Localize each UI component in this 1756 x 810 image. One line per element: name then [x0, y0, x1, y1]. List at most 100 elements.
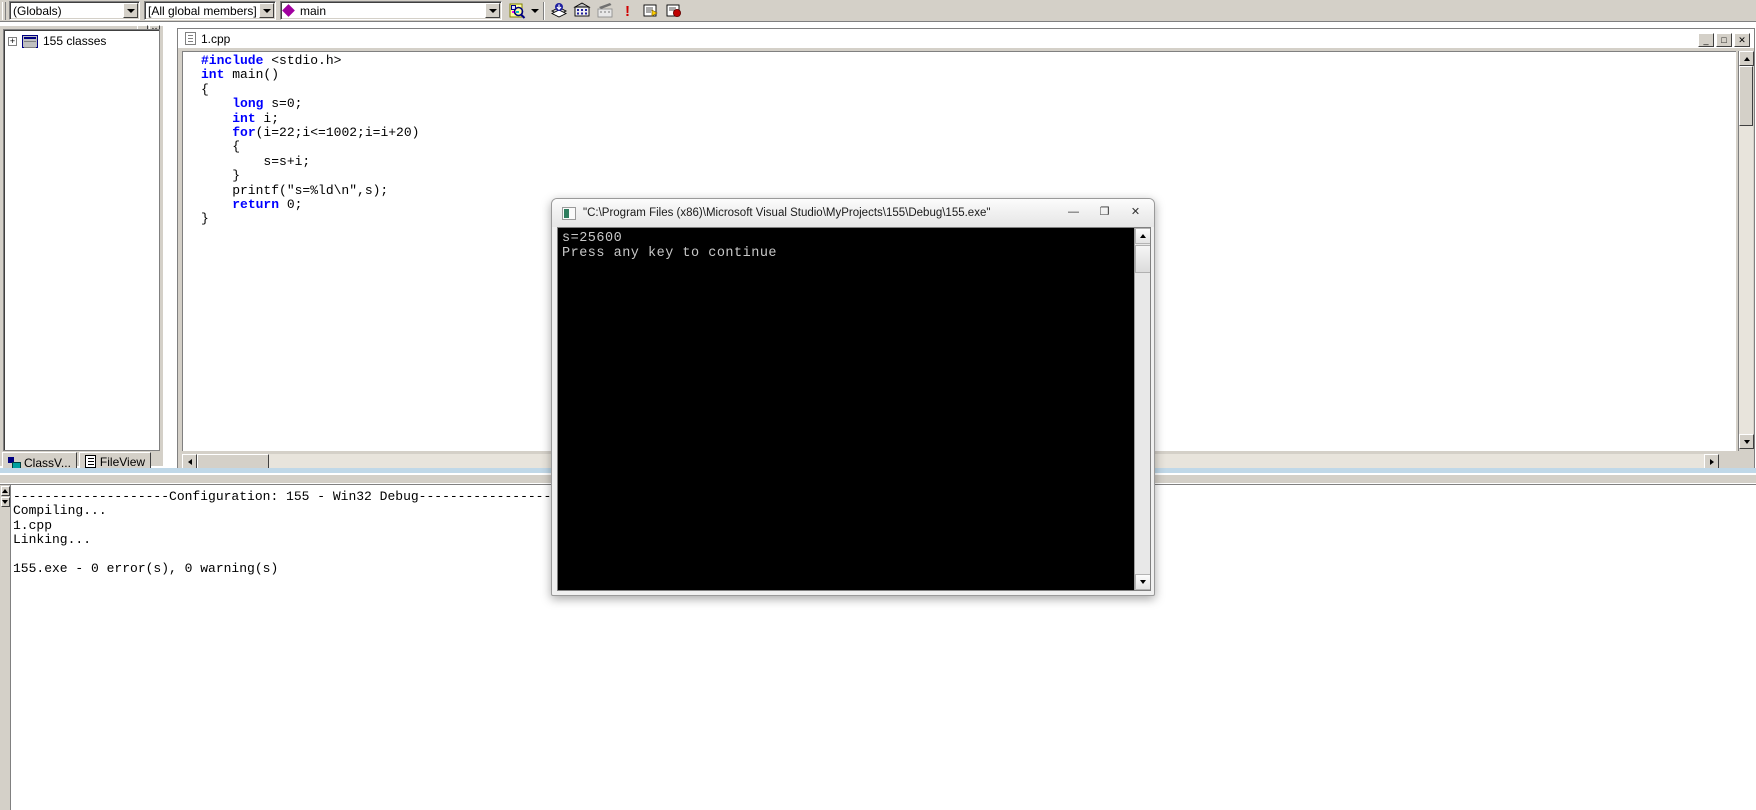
code-line: }: [201, 168, 419, 184]
source-code-text[interactable]: #include <stdio.h> int main(){ long s=0; …: [201, 53, 420, 227]
build-output-line: 1.cpp: [13, 517, 53, 533]
code-keyword: return: [232, 196, 280, 212]
chevron-down-icon[interactable]: [259, 3, 274, 18]
member-scope-combo[interactable]: [All global members]: [144, 1, 276, 20]
tree-item-classes[interactable]: + 155 classes: [4, 30, 159, 48]
scroll-down-button[interactable]: [1739, 434, 1754, 449]
code-text-span: [201, 96, 232, 111]
build-output-line: 155.exe - 0 error(s), 0 warning(s): [13, 560, 279, 576]
console-vertical-scrollbar[interactable]: [1134, 228, 1150, 590]
code-text-span: {: [201, 139, 241, 155]
vertical-scroll-thumb[interactable]: [1739, 66, 1753, 126]
svg-text:!: !: [625, 3, 630, 19]
build-output-line: --------------------Configuration: 155 -…: [13, 489, 575, 504]
document-icon: [185, 32, 196, 45]
chevron-down-icon[interactable]: [485, 3, 500, 18]
wizardbar-toolbar: (Globals) [All global members] main !: [0, 0, 1756, 22]
editor-maximize-button[interactable]: □: [1716, 33, 1732, 47]
class-folder-icon: [22, 34, 38, 48]
execute-program-icon[interactable]: !: [617, 1, 639, 21]
compile-icon[interactable]: [548, 1, 570, 21]
find-in-files-icon[interactable]: [506, 1, 528, 21]
expand-plus-icon[interactable]: +: [8, 36, 17, 46]
tree-item-label: 155 classes: [43, 34, 107, 48]
output-scroll-up-button[interactable]: [0, 486, 10, 496]
console-minimize-button[interactable]: —: [1059, 202, 1088, 221]
code-text-span: {: [201, 81, 209, 97]
editor-vertical-scrollbar[interactable]: [1738, 51, 1754, 451]
editor-gutter[interactable]: [183, 52, 199, 451]
code-text-span: s=0;: [263, 96, 303, 112]
code-keyword: for: [232, 124, 256, 140]
console-titlebar[interactable]: "C:\Program Files (x86)\Microsoft Visual…: [552, 199, 1154, 227]
build-output-line: Linking...: [13, 532, 92, 548]
toolbar-separator: [543, 1, 545, 20]
code-line: int i;: [201, 110, 419, 126]
code-text-span: (i=22;i<=1002;i=i+20): [255, 124, 420, 140]
code-preprocessor: #include: [201, 53, 264, 68]
code-text-span: 0;: [279, 196, 303, 212]
code-line: return 0;: [201, 196, 419, 212]
insert-breakpoint-icon[interactable]: [663, 1, 685, 21]
classview-tree[interactable]: + 155 classes: [3, 29, 160, 451]
console-scroll-down-button[interactable]: [1135, 574, 1150, 590]
scroll-left-button[interactable]: [182, 454, 197, 469]
code-line: s=s+i;: [201, 153, 419, 169]
member-scope-value: [All global members]: [148, 3, 257, 18]
code-text-span: [201, 111, 232, 126]
build-output-line: [13, 548, 575, 562]
editor-document-title: 1.cpp: [201, 31, 231, 46]
code-keyword: int: [232, 110, 256, 126]
editor-titlebar: 1.cpp _ □ ✕: [178, 29, 1754, 49]
editor-close-button[interactable]: ✕: [1734, 33, 1750, 47]
vertical-scroll-track[interactable]: [1739, 66, 1753, 434]
scroll-right-button[interactable]: [1704, 454, 1719, 469]
code-text-span: printf("s=%ld\n",s);: [201, 182, 389, 198]
console-output-text: s=25600 Press any key to continue: [562, 231, 778, 261]
chevron-down-icon[interactable]: [123, 3, 138, 18]
code-line: }: [201, 212, 419, 226]
code-keyword: int: [201, 67, 225, 83]
code-text-span: [201, 125, 232, 140]
console-close-button[interactable]: ✕: [1121, 202, 1150, 221]
code-line: printf("s=%ld\n",s);: [201, 182, 419, 198]
output-gutter: [0, 485, 11, 810]
function-combo[interactable]: main: [280, 1, 502, 20]
find-dropdown-chevron-icon[interactable]: [529, 1, 540, 21]
build-icon[interactable]: [571, 1, 593, 21]
console-app-icon: [562, 206, 576, 220]
console-window-buttons: — ❐ ✕: [1059, 202, 1150, 221]
code-text-span: }: [201, 211, 209, 227]
code-text-span: }: [201, 168, 241, 184]
horizontal-scroll-thumb[interactable]: [197, 454, 269, 469]
code-line: #include <stdio.h>: [201, 53, 419, 68]
console-output-surface[interactable]: s=25600 Press any key to continue: [557, 227, 1151, 591]
function-combo-value: main: [300, 3, 327, 18]
code-text-span: <stdio.h>: [263, 53, 342, 68]
console-scroll-up-button[interactable]: [1135, 228, 1150, 244]
console-window[interactable]: "C:\Program Files (x86)\Microsoft Visual…: [551, 198, 1155, 596]
vc6-ide-window: (Globals) [All global members] main ! + …: [0, 0, 1756, 810]
code-text-span: main(): [224, 67, 280, 83]
go-debug-icon[interactable]: [640, 1, 662, 21]
code-line: for(i=22;i<=1002;i=i+20): [201, 124, 420, 140]
workspace-pane: _ ✕ + 155 classes ClassV... FileView: [0, 25, 163, 473]
class-scope-value: (Globals): [13, 3, 62, 18]
stop-build-icon[interactable]: [594, 1, 616, 21]
toolbar-grip[interactable]: [2, 1, 6, 20]
class-scope-combo[interactable]: (Globals): [9, 1, 140, 20]
scroll-up-button[interactable]: [1739, 51, 1754, 66]
console-maximize-button[interactable]: ❐: [1090, 202, 1119, 221]
code-line: {: [201, 81, 419, 97]
build-output-text[interactable]: --------------------Configuration: 155 -…: [13, 489, 575, 576]
output-scroll-down-button[interactable]: [0, 497, 10, 507]
tab-fileview-label: FileView: [99, 454, 146, 469]
editor-minimize-button[interactable]: _: [1698, 33, 1714, 47]
code-text-span: i;: [255, 110, 280, 126]
code-line: int main(): [201, 68, 419, 82]
function-marker-icon: [282, 4, 295, 17]
code-keyword: long: [232, 96, 264, 112]
console-scroll-thumb[interactable]: [1135, 245, 1150, 273]
build-output-line: Compiling...: [13, 503, 107, 519]
code-text-span: s=s+i;: [201, 153, 311, 169]
